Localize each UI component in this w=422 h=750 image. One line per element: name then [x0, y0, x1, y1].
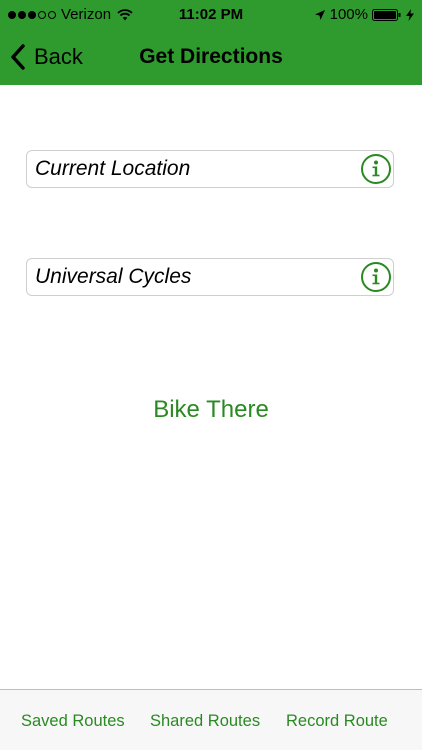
start-info-icon[interactable] — [360, 153, 392, 185]
status-bar: Verizon 11:02 PM 100% — [0, 0, 422, 30]
destination-info-icon[interactable] — [360, 261, 392, 293]
status-right: 100% — [314, 6, 414, 23]
back-label: Back — [34, 44, 83, 69]
tab-shared-routes[interactable]: Shared Routes — [150, 712, 260, 731]
location-arrow-icon — [314, 9, 325, 20]
chevron-left-icon — [11, 44, 25, 70]
tab-saved-routes[interactable]: Saved Routes — [21, 712, 125, 731]
battery-icon — [372, 8, 401, 21]
bike-there-button[interactable]: Bike There — [0, 396, 422, 424]
tab-bar: Saved Routes Shared Routes Record Route — [0, 689, 422, 750]
back-button[interactable]: Back — [10, 40, 83, 74]
start-location-field — [26, 150, 394, 188]
tab-record-route[interactable]: Record Route — [286, 712, 388, 731]
start-location-input[interactable] — [35, 151, 345, 187]
battery-percent: 100% — [329, 6, 368, 23]
header: Verizon 11:02 PM 100% Back Get Direction… — [0, 0, 422, 85]
navigation-bar: Back Get Directions — [0, 30, 422, 85]
destination-field — [26, 258, 394, 296]
destination-input[interactable] — [35, 259, 345, 295]
charging-icon — [406, 8, 414, 21]
